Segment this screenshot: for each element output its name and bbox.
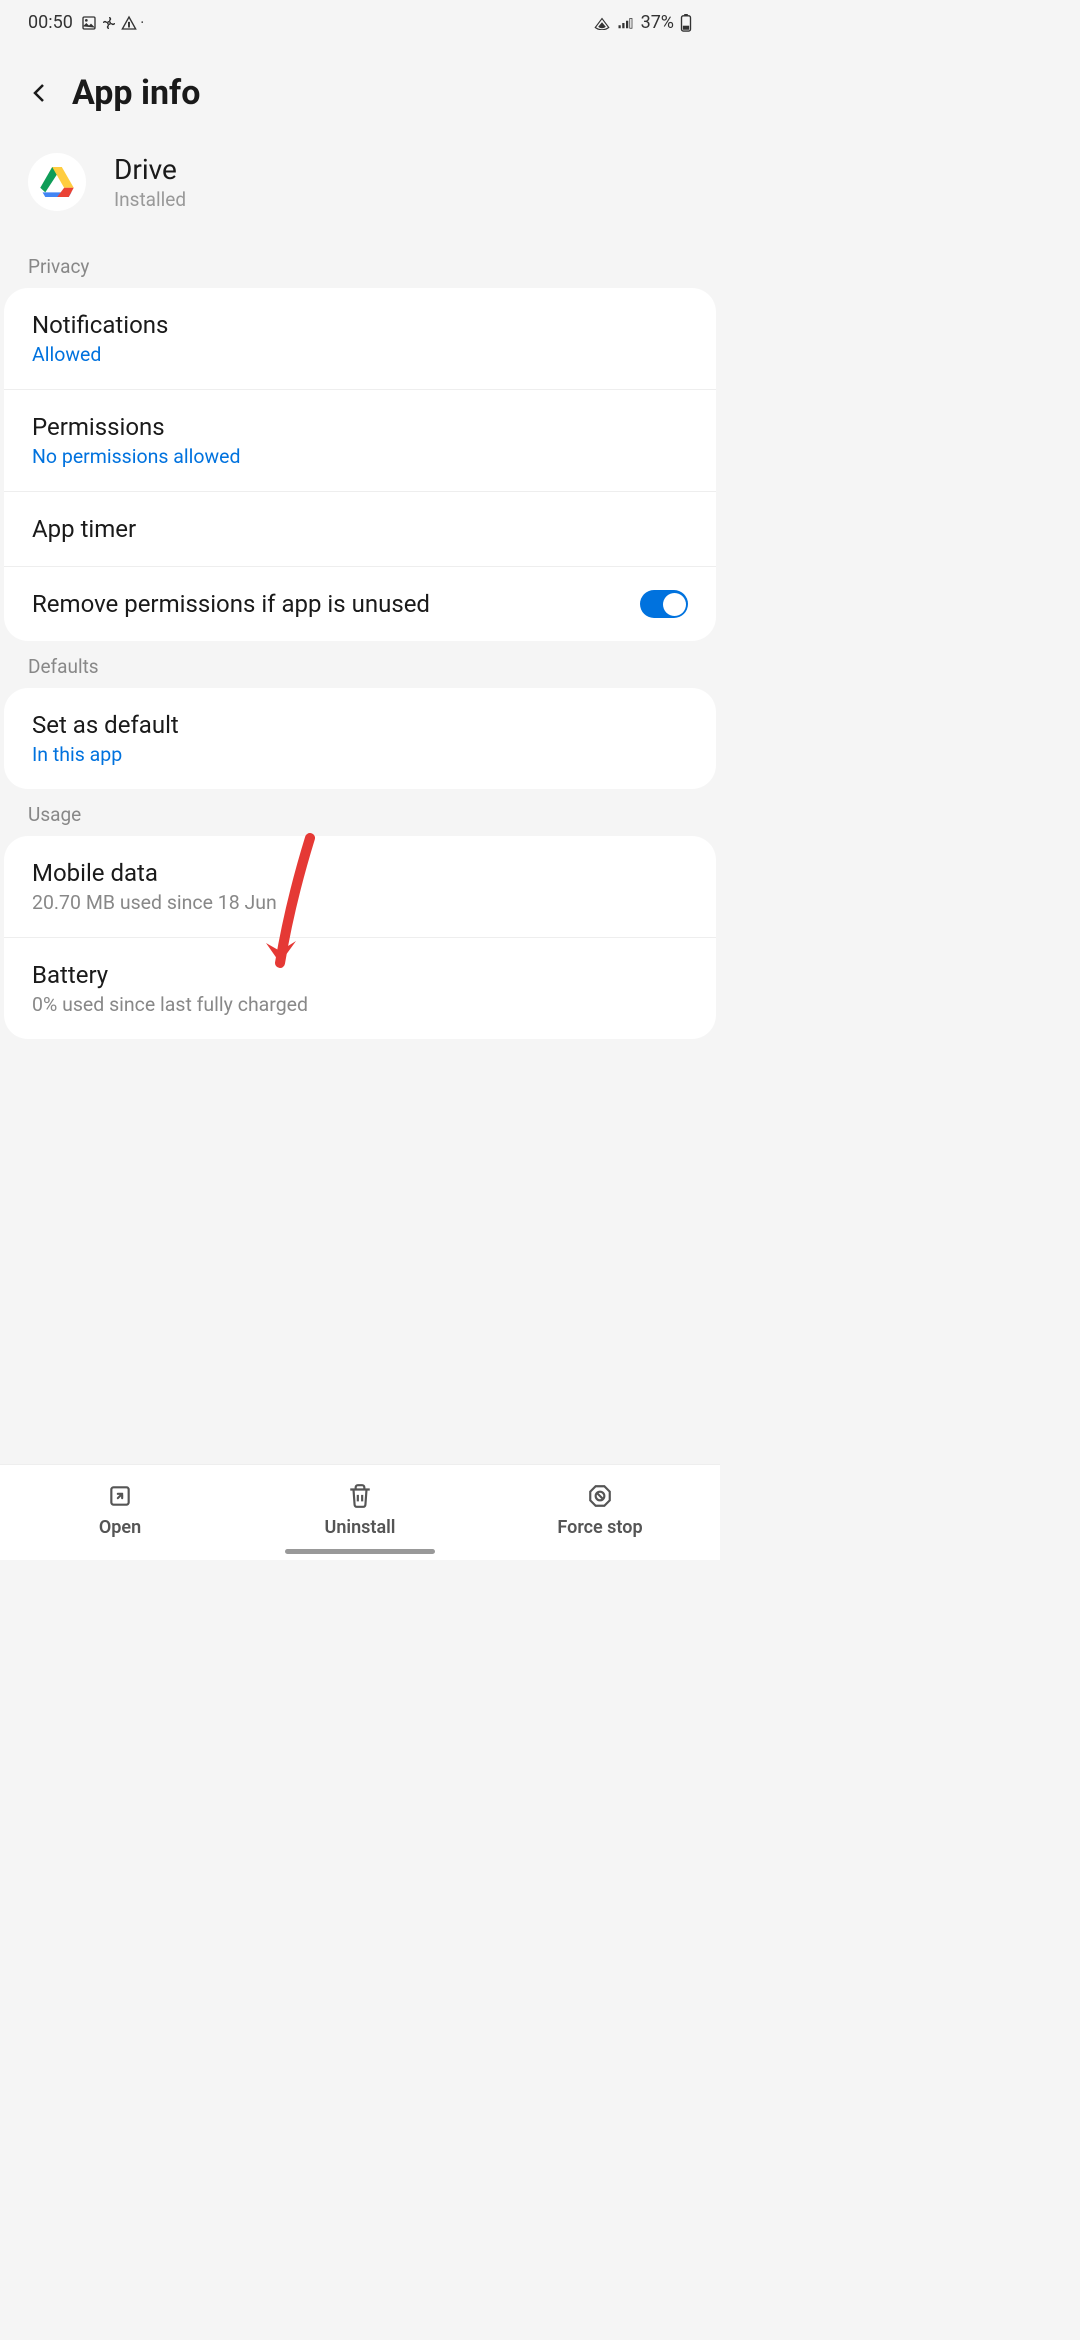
remove-permissions-toggle[interactable] [640,590,688,618]
remove-permissions-title: Remove permissions if app is unused [32,590,640,618]
stop-icon [587,1483,613,1509]
notifications-item[interactable]: Notifications Allowed [4,288,716,390]
open-label: Open [99,1517,141,1538]
status-icons-left: ! • [81,15,144,31]
trash-icon [347,1483,373,1509]
section-label-usage: Usage [0,789,720,836]
page-title: App info [72,73,200,113]
force-stop-label: Force stop [557,1517,642,1538]
battery-title: Battery [32,961,688,989]
app-timer-item[interactable]: App timer [4,492,716,567]
permissions-subtitle: No permissions allowed [32,445,688,468]
fan-icon [101,15,117,31]
battery-subtitle: 0% used since last fully charged [32,993,688,1016]
wifi-icon [593,16,611,30]
status-right: 37% [593,12,692,33]
battery-percent: 37% [641,12,674,33]
notifications-title: Notifications [32,311,688,339]
app-details: Drive Installed [114,153,186,211]
privacy-card: Notifications Allowed Permissions No per… [4,288,716,641]
force-stop-button[interactable]: Force stop [480,1483,720,1538]
permissions-item[interactable]: Permissions No permissions allowed [4,390,716,492]
uninstall-label: Uninstall [325,1517,396,1538]
set-default-item[interactable]: Set as default In this app [4,688,716,789]
remove-permissions-item[interactable]: Remove permissions if app is unused [4,567,716,641]
scroll-content[interactable]: App info Drive Installed Privacy Notific… [0,45,720,1430]
section-label-privacy: Privacy [0,241,720,288]
status-time: 00:50 [28,12,73,33]
battery-icon [680,14,692,32]
status-bar: 00:50 ! • 37% [0,0,720,45]
signal-icon [617,16,635,30]
toggle-knob [663,593,686,616]
image-icon [81,15,97,31]
app-timer-title: App timer [32,515,688,543]
open-icon [107,1483,133,1509]
uninstall-button[interactable]: Uninstall [240,1483,480,1538]
triangle-icon: ! [121,15,137,31]
section-label-defaults: Defaults [0,641,720,688]
app-name: Drive [114,153,186,186]
mobile-data-item[interactable]: Mobile data 20.70 MB used since 18 Jun [4,836,716,938]
permissions-title: Permissions [32,413,688,441]
app-status: Installed [114,188,186,211]
set-default-subtitle: In this app [32,743,688,766]
usage-card: Mobile data 20.70 MB used since 18 Jun B… [4,836,716,1039]
set-default-title: Set as default [32,711,688,739]
drive-app-icon [28,153,86,211]
notifications-subtitle: Allowed [32,343,688,366]
battery-item[interactable]: Battery 0% used since last fully charged [4,938,716,1039]
header: App info [0,45,720,133]
mobile-data-subtitle: 20.70 MB used since 18 Jun [32,891,688,914]
status-left: 00:50 ! • [28,12,144,33]
back-icon[interactable] [28,79,52,107]
bottom-bar: Open Uninstall Force stop [0,1464,720,1560]
app-section[interactable]: Drive Installed [0,133,720,241]
defaults-card: Set as default In this app [4,688,716,789]
svg-text:!: ! [128,21,130,29]
mobile-data-title: Mobile data [32,859,688,887]
open-button[interactable]: Open [0,1483,240,1538]
home-indicator[interactable] [285,1549,435,1554]
